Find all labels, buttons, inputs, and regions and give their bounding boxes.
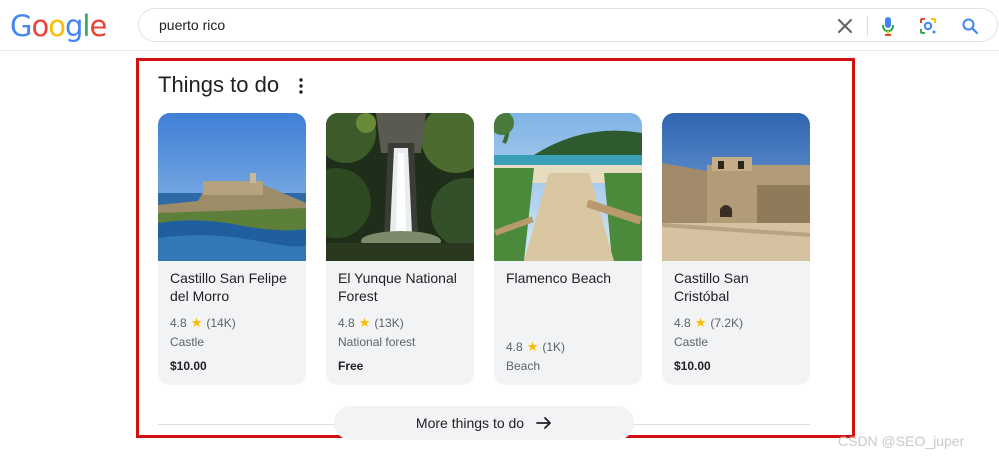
- rating-value: 4.8: [506, 340, 523, 354]
- more-things-button[interactable]: More things to do: [334, 406, 634, 440]
- card-title[interactable]: Castillo San Cristóbal: [674, 269, 802, 305]
- review-count: (14K): [206, 316, 236, 330]
- review-count: (7.2K): [710, 316, 744, 330]
- watermark: CSDN @SEO_juper: [838, 433, 965, 449]
- card-rating: 4.8 ★ (1K): [506, 339, 565, 355]
- card-type: National forest: [338, 335, 416, 349]
- attraction-card[interactable]: Flamenco Beach 4.8 ★ (1K) Beach: [494, 113, 642, 385]
- arrow-right-icon: [536, 416, 552, 430]
- star-icon: ★: [694, 315, 707, 330]
- card-rating: 4.8 ★ (7.2K): [674, 315, 743, 331]
- logo-letter-g2: g: [64, 9, 83, 43]
- card-rating: 4.8 ★ (14K): [170, 315, 236, 331]
- section-title: Things to do: [158, 72, 280, 97]
- header-divider: [0, 50, 999, 51]
- more-vert-icon[interactable]: [293, 77, 309, 95]
- card-type: Beach: [506, 359, 541, 373]
- rating-value: 4.8: [170, 316, 187, 330]
- search-icon[interactable]: [959, 15, 981, 37]
- search-input[interactable]: puerto rico: [159, 17, 225, 33]
- card-price: $10.00: [674, 359, 711, 373]
- rainforest-waterfall-image: [326, 113, 474, 261]
- card-title[interactable]: Castillo San Felipe del Morro: [170, 269, 298, 305]
- review-count: (1K): [542, 340, 566, 354]
- mic-icon[interactable]: [877, 15, 899, 37]
- card-rating: 4.8 ★ (13K): [338, 315, 404, 331]
- logo-letter-o2: o: [48, 9, 66, 43]
- rating-value: 4.8: [674, 316, 691, 330]
- card-title[interactable]: El Yunque National Forest: [338, 269, 466, 305]
- rating-value: 4.8: [338, 316, 355, 330]
- star-icon: ★: [526, 339, 539, 354]
- card-price: $10.00: [170, 359, 207, 373]
- search-bar[interactable]: puerto rico: [138, 8, 998, 42]
- card-type: Castle: [674, 335, 709, 349]
- castle-cristobal-image: [662, 113, 810, 261]
- card-price: Free: [338, 359, 364, 373]
- card-title[interactable]: Flamenco Beach: [506, 269, 634, 287]
- lens-icon[interactable]: [917, 15, 939, 37]
- clear-icon[interactable]: [834, 15, 856, 37]
- star-icon: ★: [358, 315, 371, 330]
- castle-morro-image: [158, 113, 306, 261]
- more-things-label: More things to do: [415, 415, 525, 431]
- attraction-card[interactable]: Castillo San Cristóbal 4.8 ★ (7.2K) Cast…: [662, 113, 810, 385]
- beach-image: [494, 113, 642, 261]
- attraction-card[interactable]: El Yunque National Forest 4.8 ★ (13K) Na…: [326, 113, 474, 385]
- attraction-card[interactable]: Castillo San Felipe del Morro 4.8 ★ (14K…: [158, 113, 306, 385]
- star-icon: ★: [190, 315, 203, 330]
- logo-letter-e: e: [89, 9, 107, 43]
- google-logo[interactable]: Google: [10, 9, 107, 43]
- card-type: Castle: [170, 335, 205, 349]
- logo-letter-l: l: [82, 9, 90, 43]
- search-divider: [867, 16, 868, 36]
- logo-letter-g: G: [10, 9, 33, 43]
- logo-letter-o1: o: [31, 9, 49, 43]
- review-count: (13K): [374, 316, 404, 330]
